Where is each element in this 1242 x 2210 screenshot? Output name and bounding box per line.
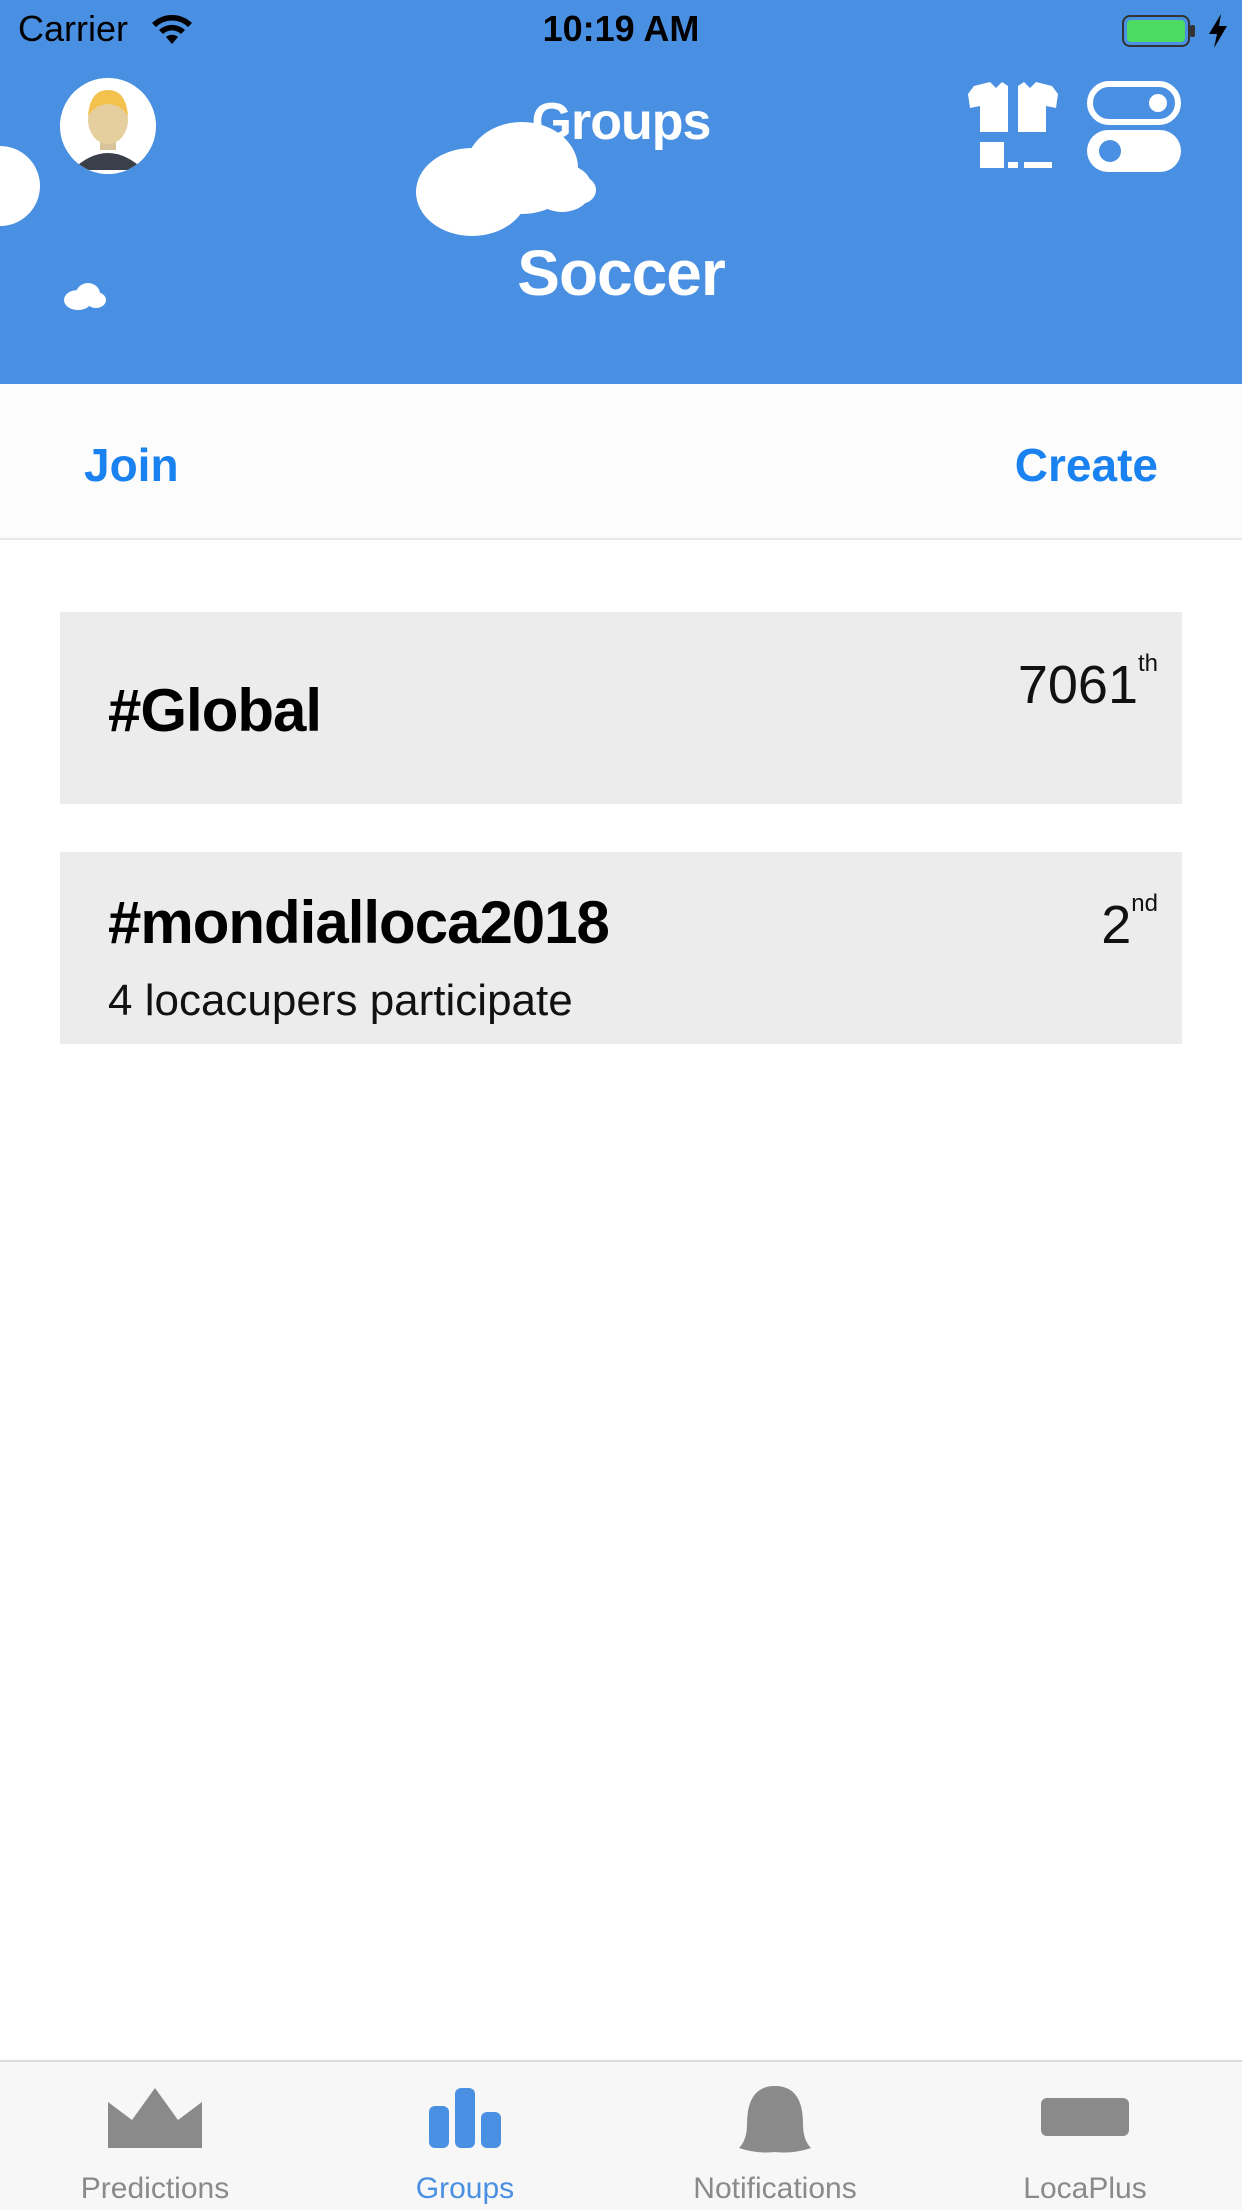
- group-name: #Global: [108, 677, 322, 744]
- tab-label: LocaPlus: [1023, 2172, 1147, 2205]
- bell-icon: [739, 2086, 811, 2153]
- tab-label: Predictions: [80, 2172, 230, 2205]
- header: Carrier 10:19 AM Groups Soccer: [0, 0, 1242, 384]
- settings-toggle-icon[interactable]: [1086, 80, 1182, 172]
- crown-icon: [108, 2088, 202, 2148]
- group-actions-bar: Join Create: [0, 384, 1242, 540]
- tab-label: Notifications: [693, 2172, 857, 2205]
- status-time: 10:19 AM: [542, 8, 700, 49]
- join-button[interactable]: Join: [84, 438, 179, 492]
- tab-bar: Predictions Groups Notifications LocaPlu…: [0, 2060, 1242, 2210]
- sport-title[interactable]: Soccer: [0, 236, 1242, 310]
- create-button[interactable]: Create: [1015, 438, 1158, 492]
- tab-predictions[interactable]: Predictions: [0, 2062, 310, 2210]
- charging-bolt-icon: [1209, 14, 1227, 48]
- jersey-icon[interactable]: [966, 80, 1060, 172]
- bar-chart-icon: [429, 2088, 501, 2148]
- group-name: #mondialloca2018: [108, 889, 610, 956]
- tab-groups[interactable]: Groups: [310, 2062, 620, 2210]
- tab-locaplus[interactable]: LocaPlus: [930, 2062, 1240, 2210]
- group-rank: 7061th: [1017, 650, 1158, 715]
- tab-notifications[interactable]: Notifications: [620, 2062, 930, 2210]
- battery-icon: [1122, 15, 1195, 47]
- ticket-icon: [1041, 2098, 1129, 2136]
- group-participants: 4 locacupers participate: [108, 976, 573, 1025]
- tab-label: Groups: [415, 2172, 515, 2205]
- group-rank: 2nd: [1101, 890, 1158, 955]
- group-card-global[interactable]: #Global 7061th: [60, 612, 1182, 804]
- group-card-mondialloca2018[interactable]: #mondialloca2018 4 locacupers participat…: [60, 852, 1182, 1044]
